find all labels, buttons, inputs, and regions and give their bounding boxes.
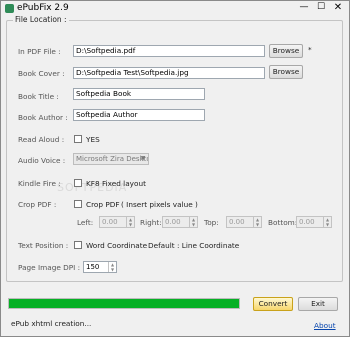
progress-bar-fill <box>9 299 239 308</box>
crop-pdf-option-label: Crop PDF <box>86 200 120 209</box>
close-button[interactable]: ✕ <box>329 2 347 14</box>
progress-bar <box>8 298 240 309</box>
spin-arrows-icon[interactable]: ▲ ▼ <box>323 217 331 227</box>
default-coordinate-text: Default : Line Coordinate <box>148 241 240 250</box>
group-title: File Location : <box>13 15 69 24</box>
kindle-fire-option-label: KF8 Fixed layout <box>86 179 146 188</box>
book-title-label: Book Title : <box>18 92 59 101</box>
book-author-input[interactable]: Softpedia Author <box>73 109 205 121</box>
crop-top-label: Top: <box>204 218 219 227</box>
kindle-fire-label: Kindle Fire : <box>18 179 61 188</box>
maximize-button[interactable]: ☐ <box>312 2 330 14</box>
word-coordinate-checkbox[interactable] <box>74 241 82 249</box>
page-image-dpi-label: Page Image DPI : <box>18 263 81 272</box>
cover-browse-button[interactable]: Browse <box>269 65 303 79</box>
crop-top-value: 0.00 <box>229 218 245 226</box>
spin-arrows-icon[interactable]: ▲ ▼ <box>253 217 261 227</box>
convert-button[interactable]: Convert <box>253 297 293 311</box>
app-logo-icon <box>5 4 14 13</box>
status-text: ePub xhtml creation... <box>11 319 92 328</box>
crop-right-label: Right: <box>140 218 162 227</box>
spin-arrows-icon[interactable]: ▲ ▼ <box>108 262 116 272</box>
title-bar[interactable]: ePubFix 2.9 — ☐ ✕ <box>1 1 349 16</box>
audio-voice-select[interactable]: Microsoft Zira Deskto ▼ <box>73 153 149 165</box>
word-coordinate-option-label: Word Coordinate <box>86 241 148 250</box>
pdf-browse-button[interactable]: Browse <box>269 44 303 58</box>
book-title-input[interactable]: Softpedia Book <box>73 88 205 100</box>
crop-bottom-value: 0.00 <box>299 218 315 226</box>
crop-right-value: 0.00 <box>165 218 181 226</box>
about-link[interactable]: About <box>314 321 336 330</box>
crop-pdf-hint: ( Insert pixels value ) <box>121 200 198 209</box>
spin-arrows-icon[interactable]: ▲ ▼ <box>189 217 197 227</box>
book-author-label: Book Author : <box>18 113 68 122</box>
crop-top-input[interactable]: 0.00 ▲ ▼ <box>226 216 262 228</box>
read-aloud-option-label: YES <box>86 135 100 144</box>
required-marker: * <box>308 45 312 54</box>
chevron-down-icon: ▼ <box>140 155 146 162</box>
pdf-file-input[interactable]: D:\Softpedia.pdf <box>73 45 265 57</box>
crop-left-label: Left: <box>77 218 94 227</box>
crop-pdf-checkbox[interactable] <box>74 200 82 208</box>
page-image-dpi-value: 150 <box>86 263 100 271</box>
crop-left-value: 0.00 <box>102 218 118 226</box>
book-cover-label: Book Cover : <box>18 69 65 78</box>
read-aloud-checkbox[interactable] <box>74 135 82 143</box>
crop-left-input[interactable]: 0.00 ▲ ▼ <box>99 216 135 228</box>
book-cover-input[interactable]: D:\Softpedia Test\Softpedia.jpg <box>73 67 265 79</box>
crop-bottom-input[interactable]: 0.00 ▲ ▼ <box>296 216 332 228</box>
kindle-fire-checkbox[interactable] <box>74 179 82 187</box>
read-aloud-label: Read Aloud : <box>18 135 65 144</box>
pdf-file-label: In PDF File : <box>18 47 61 56</box>
page-image-dpi-input[interactable]: 150 ▲ ▼ <box>83 261 117 273</box>
text-position-label: Text Position : <box>18 241 69 250</box>
crop-pdf-label: Crop PDF : <box>18 200 57 209</box>
exit-button[interactable]: Exit <box>298 297 338 311</box>
window-title: ePubFix 2.9 <box>17 3 69 13</box>
app-window: ePubFix 2.9 — ☐ ✕ File Location : SOFTPE… <box>0 0 350 337</box>
crop-bottom-label: Bottom: <box>268 218 298 227</box>
spin-arrows-icon[interactable]: ▲ ▼ <box>126 217 134 227</box>
minimize-button[interactable]: — <box>295 2 313 14</box>
crop-right-input[interactable]: 0.00 ▲ ▼ <box>162 216 198 228</box>
audio-voice-label: Audio Voice : <box>18 156 66 165</box>
